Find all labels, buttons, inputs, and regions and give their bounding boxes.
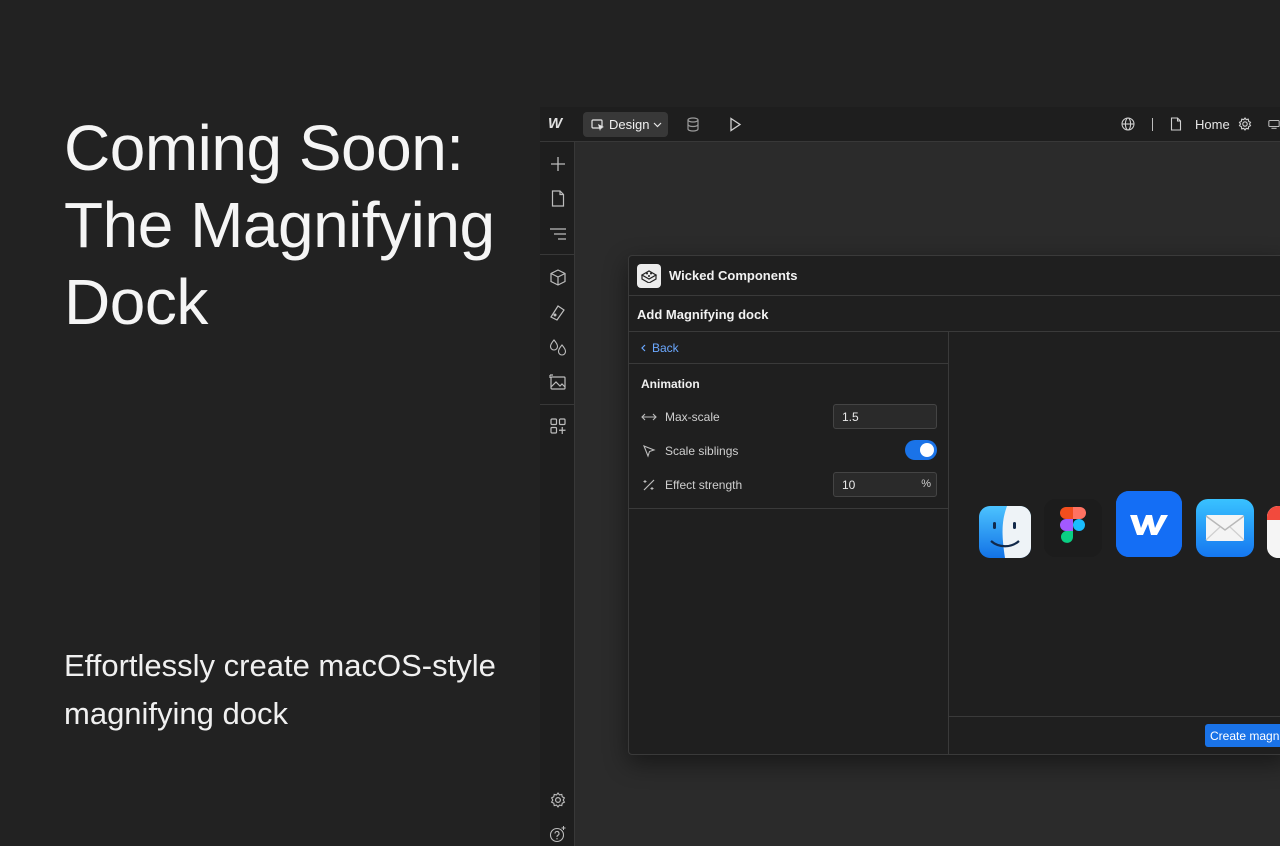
toggle-knob xyxy=(920,443,934,457)
image-icon[interactable] xyxy=(548,373,567,392)
settings-divider xyxy=(629,508,948,509)
effect-strength-label: Effect strength xyxy=(665,478,743,492)
panel-header: Wicked Components xyxy=(629,256,1280,296)
page-name[interactable]: Home xyxy=(1195,117,1230,132)
panel-title: Add Magnifying dock xyxy=(637,307,769,322)
back-label: Back xyxy=(652,341,679,355)
sidebar-divider xyxy=(540,254,575,255)
play-icon[interactable] xyxy=(727,116,743,132)
calendar-icon[interactable] xyxy=(1267,506,1280,558)
webflow-icon[interactable] xyxy=(1116,491,1182,557)
max-scale-row: Max-scale 1.5 xyxy=(641,404,937,430)
back-link[interactable]: Back xyxy=(641,341,679,355)
extension-panel: Wicked Components Add Magnifying dock Ba… xyxy=(628,255,1280,755)
create-button[interactable]: Create magni xyxy=(1205,724,1280,747)
sidebar-divider xyxy=(540,404,575,405)
settings-icon[interactable] xyxy=(548,790,567,809)
globe-icon[interactable] xyxy=(1120,116,1136,132)
scale-siblings-label: Scale siblings xyxy=(665,444,739,458)
page-icon[interactable] xyxy=(548,189,567,208)
effect-strength-value: 10 xyxy=(842,478,856,492)
mail-icon[interactable] xyxy=(1196,499,1254,557)
settings-pane: Back Animation Max-scale 1.5 Scale sibli… xyxy=(629,332,949,755)
magic-wand-icon xyxy=(641,477,657,493)
component-icon[interactable] xyxy=(548,268,567,287)
chevron-down-icon xyxy=(654,122,662,127)
hero-subtitle: Effortlessly create macOS-style magnifyi… xyxy=(64,648,496,731)
hero-title: Coming Soon: The Magnifying Dock xyxy=(64,112,495,338)
design-mode-button[interactable]: Design xyxy=(583,112,668,137)
gear-icon[interactable] xyxy=(1237,116,1253,132)
max-scale-label: Max-scale xyxy=(665,410,720,424)
brand-name: Wicked Components xyxy=(669,268,798,283)
max-scale-input[interactable]: 1.5 xyxy=(833,404,937,429)
topbar-divider xyxy=(1152,118,1153,131)
plus-icon[interactable] xyxy=(548,154,567,173)
finder-icon[interactable] xyxy=(979,506,1031,558)
help-icon[interactable] xyxy=(548,824,567,843)
design-mode-label: Design xyxy=(609,117,650,132)
color-icon[interactable] xyxy=(548,338,567,357)
database-icon[interactable] xyxy=(685,116,701,132)
page-icon xyxy=(1168,116,1184,132)
designer-left-toolbar xyxy=(540,142,575,846)
dock-preview xyxy=(949,332,1280,716)
style-icon[interactable] xyxy=(548,303,567,322)
scale-siblings-row: Scale siblings xyxy=(641,438,937,464)
navigator-icon[interactable] xyxy=(548,224,567,243)
cursor-icon xyxy=(591,118,604,131)
effect-strength-input[interactable]: 10 % xyxy=(833,472,937,497)
webflow-logo-icon[interactable]: W xyxy=(548,116,568,132)
back-row: Back xyxy=(629,332,948,364)
scale-siblings-toggle[interactable] xyxy=(905,440,937,460)
apps-icon[interactable] xyxy=(548,416,567,435)
device-icon[interactable] xyxy=(1268,116,1280,132)
designer-topbar: W Design Home xyxy=(540,107,1280,142)
pointer-icon xyxy=(641,443,657,459)
figma-icon[interactable] xyxy=(1044,499,1102,557)
brick-logo-icon xyxy=(637,264,661,288)
section-title: Animation xyxy=(641,377,700,391)
panel-subheader: Add Magnifying dock xyxy=(629,296,1280,332)
webflow-designer-window: W Design Home Wicked Components Add Magn… xyxy=(540,107,1280,846)
effect-strength-unit: % xyxy=(921,478,931,490)
panel-footer: Create magni xyxy=(949,716,1280,755)
horizontal-arrows-icon xyxy=(641,409,657,425)
chevron-left-icon xyxy=(641,344,646,352)
effect-strength-row: Effect strength 10 % xyxy=(641,472,937,498)
